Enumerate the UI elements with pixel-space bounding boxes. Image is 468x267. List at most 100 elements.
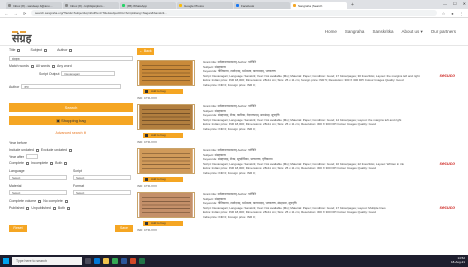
maximize-button[interactable]: ☐: [453, 1, 457, 6]
year-after-input[interactable]: [26, 154, 39, 159]
filter-author-checkbox[interactable]: [69, 48, 73, 52]
browser-tab[interactable]: Inbox (8) - sandeep.b@anu…: [6, 2, 62, 9]
browser-tab[interactable]: Google Photos: [177, 2, 233, 9]
nav-about[interactable]: About us ▾: [401, 29, 422, 35]
exclude-undated-radio[interactable]: [69, 148, 72, 152]
published-radio[interactable]: [26, 206, 30, 210]
task-view-icon[interactable]: [85, 258, 91, 264]
field-filters: Title Subject Author: [9, 48, 73, 52]
reset-button[interactable]: Reset: [9, 225, 27, 232]
site-logo[interactable]: संग्रह: [10, 25, 32, 45]
word-icon[interactable]: [121, 258, 127, 264]
manuscript-thumbnail[interactable]: [137, 192, 195, 218]
match-all-radio[interactable]: [30, 64, 34, 68]
nav-sanskritka[interactable]: Sanskritka: [372, 29, 393, 35]
back-arrow-icon[interactable]: ←: [4, 11, 9, 16]
url-input[interactable]: search.sangraha.org/?fields=Subject&q=&f…: [31, 10, 437, 16]
browser-tab-active[interactable]: Sangraha (Search: [291, 2, 347, 9]
results-list: Add to bag IND: CTR-XXX Grant title: सर्…: [137, 58, 457, 236]
complete-volume-radio[interactable]: [38, 199, 42, 203]
reload-icon[interactable]: ⟳: [22, 11, 27, 16]
unpublished-radio[interactable]: [52, 206, 56, 210]
logo-text: संग्रह: [12, 31, 32, 45]
logo-underline: [20, 31, 26, 33]
incomplete-label: Incomplete: [30, 161, 49, 165]
match-any-label: Any word: [57, 64, 72, 68]
both-publication-radio[interactable]: [67, 206, 71, 210]
manuscript-thumbnail[interactable]: [137, 60, 195, 86]
sangraha-icon: [293, 4, 296, 7]
language-select[interactable]: Select: [9, 175, 67, 180]
search-button[interactable]: Search: [9, 103, 133, 112]
forward-arrow-icon[interactable]: →: [13, 11, 18, 16]
nav-home[interactable]: Home: [325, 29, 337, 35]
browser-tab[interactable]: (85) WhatsApp: [120, 2, 176, 9]
both-radio[interactable]: [64, 161, 68, 165]
script-select[interactable]: Select: [73, 175, 131, 180]
result-meta: Grant title: सर्वस्वधन्यसाधनम् Author: प…: [203, 104, 453, 132]
browser-tab[interactable]: Inbox (8) - knjfdsjsnjksm…: [63, 2, 119, 9]
edge-icon[interactable]: [94, 258, 100, 264]
minimize-button[interactable]: —: [443, 1, 447, 6]
tab-title: Inbox (8) - knjfdsjsnjksm…: [70, 3, 106, 8]
no-complete-radio[interactable]: [64, 199, 68, 203]
whatsapp-icon: [122, 4, 125, 7]
result-id: IND: CTR-XXX: [137, 96, 158, 100]
search-input[interactable]: संग्रहक: [9, 56, 133, 61]
browser-tab[interactable]: Facebook: [234, 2, 290, 9]
tab-title: Facebook: [241, 3, 255, 8]
include-undated-radio[interactable]: [35, 148, 39, 152]
result-meta: Grant title: सर्वस्वधन्यसाधनम् Author: प…: [203, 192, 453, 220]
taskbar-search-input[interactable]: Type here to search: [12, 257, 82, 265]
browser-tab-bar: Inbox (8) - sandeep.b@anu… Inbox (8) - k…: [0, 0, 468, 9]
star-icon[interactable]: ☆: [441, 11, 446, 16]
shopping-bag-button[interactable]: ▣ Shopping bag: [9, 116, 133, 125]
result-item: Add to bag IND: CTR-XXX Grant title: सर्…: [137, 190, 457, 232]
material-select[interactable]: Select: [9, 190, 67, 195]
filter-title-checkbox[interactable]: [17, 48, 21, 52]
profile-icon[interactable]: ●: [450, 11, 455, 16]
result-item: Add to bag IND: CTR-XXX Grant title: सर्…: [137, 58, 457, 100]
file-explorer-icon[interactable]: [103, 258, 109, 264]
result-meta: Grant title: सर्वस्वधन्यसाधनम् Author: प…: [203, 60, 453, 88]
script-label: Script: [73, 169, 82, 173]
window-controls: — ☐ ✕: [443, 1, 466, 6]
match-options: Match words All words Any word: [9, 64, 72, 68]
windows-start-icon[interactable]: [3, 258, 9, 264]
system-tray-clock[interactable]: 14:52 18-Aug-21: [451, 257, 465, 264]
new-tab-button[interactable]: +: [351, 2, 354, 9]
nav-partners[interactable]: Our partners: [431, 29, 456, 35]
excel-icon[interactable]: [139, 258, 145, 264]
manuscript-thumbnail[interactable]: [137, 148, 195, 174]
filter-subject-checkbox[interactable]: [44, 48, 48, 52]
match-any-radio[interactable]: [52, 64, 56, 68]
add-to-bag-button[interactable]: Add to bag: [143, 177, 183, 182]
script-output-select[interactable]: Devanagari: [61, 71, 116, 76]
menu-icon[interactable]: ⋮: [459, 11, 464, 16]
close-button[interactable]: ✕: [463, 1, 466, 6]
nav-sangraha[interactable]: Sangraha: [345, 29, 365, 35]
brand-logo: secuco: [439, 161, 455, 166]
chrome-icon[interactable]: [112, 258, 118, 264]
result-id: IND: CTR-XXX: [137, 140, 158, 144]
result-price: India price: INR 0; Foreign price: INR 0…: [203, 214, 256, 219]
add-to-bag-button[interactable]: Add to bag: [143, 89, 183, 94]
format-select[interactable]: Select: [73, 190, 131, 195]
material-format-selects: Select Select: [9, 190, 131, 195]
search-sidebar: Title Subject Author संग्रहक Match words…: [9, 48, 133, 233]
year-after-row: Year after: [9, 154, 39, 159]
complete-radio[interactable]: [25, 161, 29, 165]
gmail-icon: [65, 4, 68, 7]
add-to-bag-button[interactable]: Add to bag: [143, 221, 183, 226]
clock-date: 18-Aug-21: [450, 260, 465, 264]
add-to-bag-button[interactable]: Add to bag: [143, 133, 183, 138]
back-button[interactable]: ← Back: [137, 48, 154, 55]
both-publication-label: Both: [57, 206, 66, 210]
incomplete-radio[interactable]: [50, 161, 54, 165]
save-button[interactable]: Save: [115, 225, 133, 232]
powerpoint-icon[interactable]: [130, 258, 136, 264]
author-input[interactable]: सभ: [21, 84, 122, 89]
advanced-search-toggle[interactable]: Advanced search ⬆: [9, 131, 133, 135]
author-row: Author सभ: [9, 84, 122, 89]
manuscript-thumbnail[interactable]: [137, 104, 195, 130]
